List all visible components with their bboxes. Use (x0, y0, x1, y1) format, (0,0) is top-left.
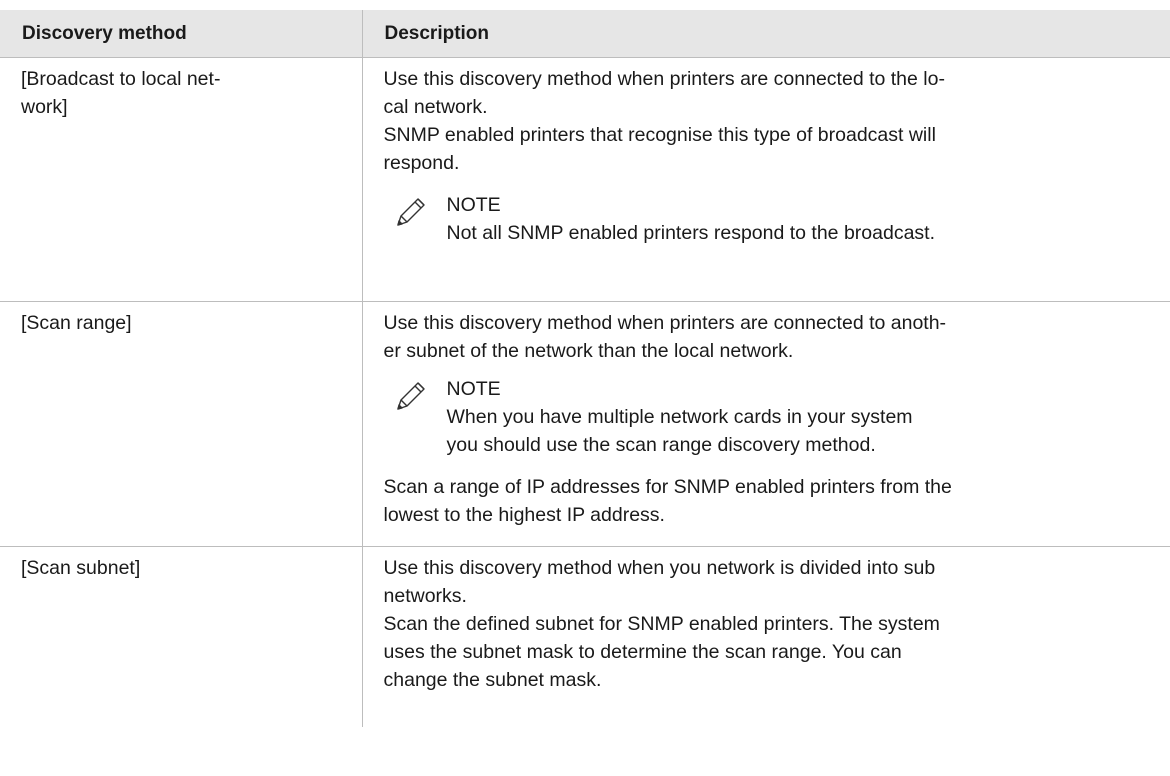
method-cell: [Broadcast to local net- work] (0, 57, 362, 302)
description-line: Use this discovery method when printers … (383, 312, 947, 334)
description-text: Use this discovery method when printers … (384, 65, 1163, 177)
note-title: NOTE (446, 378, 501, 400)
description-line: uses the subnet mask to determine the sc… (383, 641, 902, 663)
method-name: [Scan subnet] (21, 557, 141, 579)
description-line: cal network. (383, 96, 488, 118)
note-block: NOTE Not all SNMP enabled printers respo… (394, 191, 1163, 247)
note-block: NOTE When you have multiple network card… (394, 375, 1163, 459)
description-line: Use this discovery method when you netwo… (383, 557, 936, 579)
description-line: Use this discovery method when printers … (383, 68, 945, 90)
description-text: Use this discovery method when you netwo… (384, 554, 1163, 694)
description-text: Scan a range of IP addresses for SNMP en… (384, 473, 1163, 529)
method-cell: [Scan range] (0, 301, 362, 547)
description-line: respond. (383, 152, 460, 174)
method-cell: [Scan subnet] (0, 547, 362, 727)
description-cell: Use this discovery method when you netwo… (361, 546, 1170, 727)
note-text: Not all SNMP enabled printers respond to… (446, 222, 936, 244)
column-header-method: Discovery method (0, 10, 362, 58)
description-line: SNMP enabled printers that recognise thi… (383, 124, 936, 146)
table-row: [Scan range] Use this discovery method w… (0, 301, 1170, 547)
discovery-methods-table: Discovery method Description [Broadcast … (0, 10, 1170, 727)
method-name: [Scan range] (21, 312, 132, 334)
note-title: NOTE (446, 194, 501, 216)
description-line: lowest to the highest IP address. (383, 504, 665, 526)
table-row: [Broadcast to local net- work] Use this … (0, 57, 1170, 302)
table-row: [Scan subnet] Use this discovery method … (0, 546, 1170, 727)
description-line: Scan the defined subnet for SNMP enabled… (383, 613, 940, 635)
description-line: er subnet of the network than the local … (383, 340, 794, 362)
description-line: change the subnet mask. (383, 669, 602, 691)
pencil-icon (396, 198, 425, 226)
description-text: Use this discovery method when printers … (384, 309, 1163, 365)
description-line: networks. (383, 585, 467, 607)
description-line: Scan a range of IP addresses for SNMP en… (383, 476, 952, 498)
table-header-row: Discovery method Description (0, 10, 1170, 58)
note-text: When you have multiple network cards in … (446, 406, 913, 428)
description-cell: Use this discovery method when printers … (361, 301, 1170, 547)
method-name: [Broadcast to local net- work] (21, 68, 221, 118)
column-header-description: Description (361, 10, 1170, 58)
description-cell: Use this discovery method when printers … (361, 57, 1170, 302)
note-text: you should use the scan range discovery … (446, 434, 876, 456)
pencil-icon (396, 382, 425, 410)
